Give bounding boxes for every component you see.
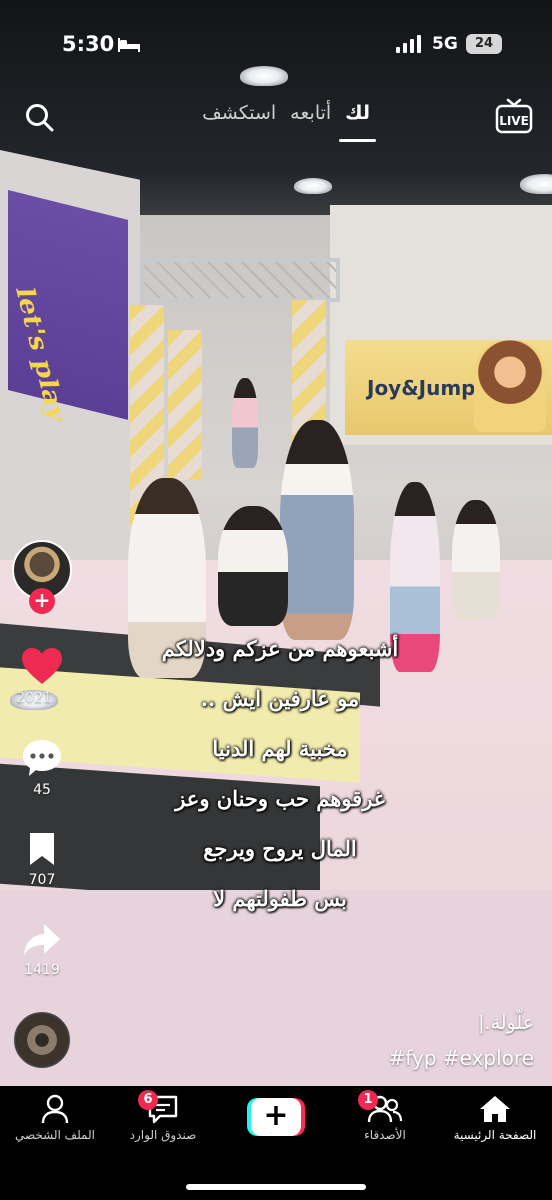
overlay-line: أشبعوهم من عزكم ودلالكم [161,636,399,661]
pillar [168,330,202,480]
share-arrow-icon[interactable] [22,922,62,958]
overlay-line: بس طفولتهم لا [213,886,347,911]
tab-for-you[interactable]: لك [339,102,376,142]
overlay-line: المال يروح ويرجع [203,836,357,861]
post-hashtags[interactable]: #fyp #explore [389,1046,534,1070]
heart-icon[interactable] [20,646,64,686]
network-type: 5G [432,34,458,54]
ceiling-light [520,174,552,194]
sleep-focus-icon [118,38,140,52]
child [452,500,500,620]
share-button[interactable]: 1419 [10,922,74,978]
tab-inbox[interactable]: 6 صندوق الوارد [108,1090,218,1142]
music-disc[interactable] [14,1012,70,1068]
child [232,378,258,468]
search-icon[interactable] [24,102,54,132]
metal-truss [140,258,340,302]
overlay-line: غرقوهم حب وحنان وعز [175,786,385,811]
comment-count: 45 [33,782,51,798]
child [218,506,288,626]
tab-explore[interactable]: استكشف [202,102,276,138]
tab-friends-label: الأصدقاء [364,1128,406,1142]
tab-profile-label: الملف الشخصي [15,1128,95,1142]
clock: 5:30 [62,32,115,56]
cartoon-kid-art [474,340,546,432]
plus-icon: + [251,1098,301,1136]
bottom-tab-bar: الصفحة الرئيسية 1 الأصدقاء + 6 صندوق الو… [0,1086,552,1200]
top-navigation: لك أتابعه استكشف LIVE [0,96,552,146]
home-icon [480,1096,510,1122]
battery-indicator: 24 [466,34,502,54]
tab-profile[interactable]: الملف الشخصي [0,1094,110,1142]
author-name[interactable]: علّولة.| [478,1012,534,1034]
feed-tabs: لك أتابعه استكشف [150,102,410,142]
tab-inbox-label: صندوق الوارد [129,1128,197,1142]
live-icon[interactable]: LIVE [494,98,534,134]
video-text-overlay: أشبعوهم من عزكم ودلالكم مو عارفين ايش ..… [100,628,460,928]
overlay-line: مخبية لهم الدنيا [212,736,348,761]
like-button[interactable]: 2021 [10,646,74,710]
live-label: LIVE [499,114,529,128]
tab-friends[interactable]: 1 الأصدقاء [330,1090,440,1142]
tab-home-label: الصفحة الرئيسية [453,1128,537,1142]
overlay-line: مو عارفين ايش .. [200,686,360,711]
create-post-button[interactable]: + [247,1098,305,1136]
follow-plus-button[interactable]: + [29,588,55,614]
share-count: 1419 [24,962,60,978]
signal-strength-icon [396,35,421,53]
creator-avatar[interactable]: + [12,540,72,614]
save-button[interactable]: 707 [10,830,74,888]
status-bar: 5:30 5G 24 [0,28,552,64]
lets-play-banner: let's play [8,190,128,422]
save-count: 707 [28,872,56,888]
ceiling-light [294,178,332,194]
comment-button[interactable]: 45 [10,738,74,798]
tab-home[interactable]: الصفحة الرئيسية [440,1094,550,1142]
inbox-badge: 6 [138,1090,158,1110]
tab-following[interactable]: أتابعه [290,102,331,138]
like-count: 2021 [10,690,58,710]
home-indicator [186,1184,366,1190]
bookmark-icon[interactable] [27,830,57,868]
ceiling-light [240,66,288,86]
comment-icon[interactable] [21,738,63,778]
friends-badge: 1 [358,1090,378,1110]
child [280,420,354,640]
profile-icon [41,1094,69,1124]
